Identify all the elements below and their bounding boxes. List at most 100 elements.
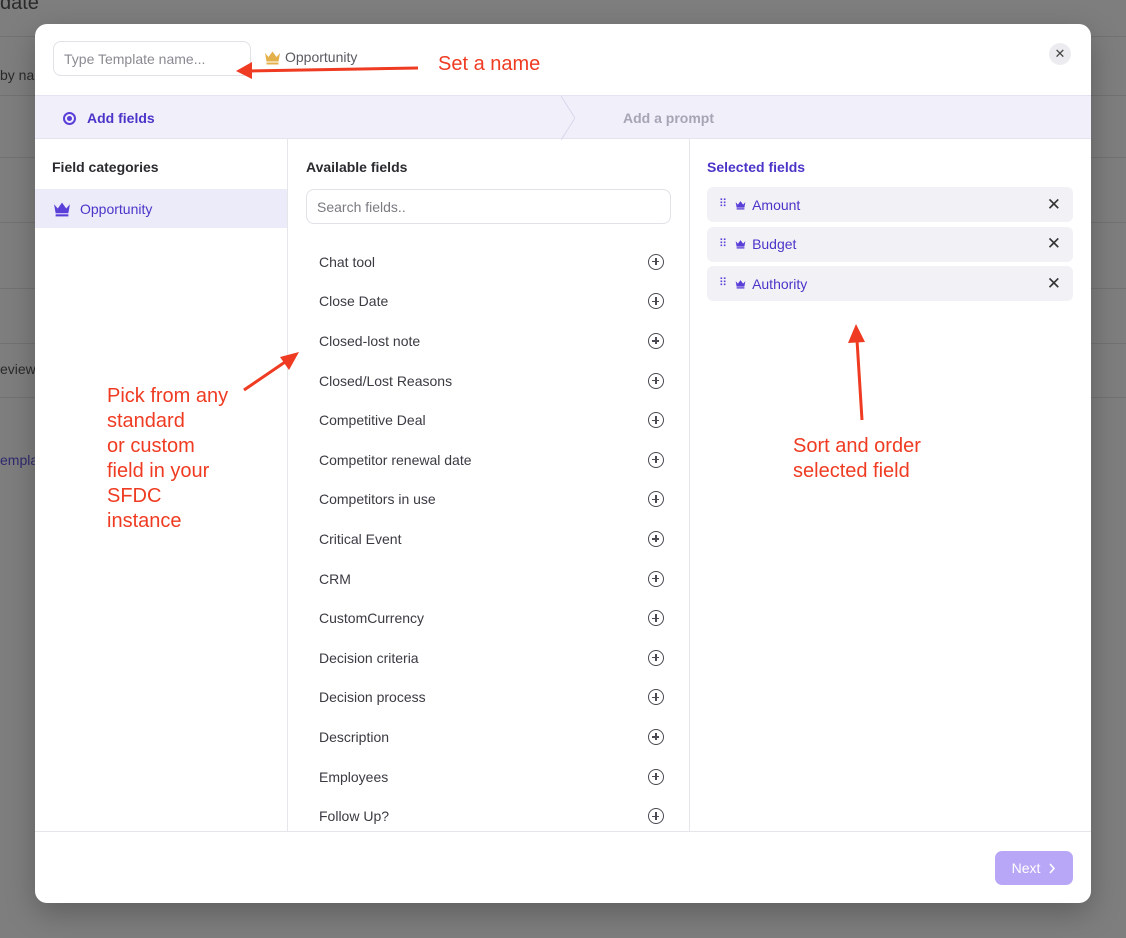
modal-footer: Next: [35, 831, 1091, 903]
available-field-row[interactable]: Follow Up?: [288, 796, 689, 831]
stepper: Add fields Add a prompt: [35, 95, 1091, 140]
drag-handle-icon[interactable]: ⠿: [719, 199, 727, 210]
search-fields-input[interactable]: [306, 189, 671, 224]
field-label: Description: [319, 728, 390, 745]
available-field-row[interactable]: Decision process: [288, 678, 689, 718]
annotation-line: Sort and order: [793, 435, 921, 457]
background-title: date: [0, 0, 39, 14]
add-circle-icon[interactable]: [648, 728, 664, 745]
drag-handle-icon[interactable]: ⠿: [719, 278, 727, 289]
annotation-line: selected field: [793, 460, 910, 482]
annotation-arrow: [236, 62, 419, 79]
available-field-row[interactable]: Closed-lost note: [288, 321, 689, 361]
annotation-sort-fields: Sort and order selected field: [793, 434, 921, 484]
template-name-input[interactable]: [53, 41, 251, 76]
available-field-row[interactable]: Competitor renewal date: [288, 440, 689, 480]
available-heading: Available fields: [306, 159, 408, 175]
available-field-row[interactable]: Chat tool: [288, 242, 689, 282]
selected-field-row[interactable]: ⠿ Budget ✕: [707, 226, 1073, 262]
add-circle-icon[interactable]: [648, 808, 664, 825]
available-field-row[interactable]: Close Date: [288, 282, 689, 322]
field-label: Chat tool: [319, 253, 376, 270]
background-text: by na: [0, 67, 35, 83]
remove-icon[interactable]: ✕: [1047, 274, 1061, 294]
selected-heading: Selected fields: [707, 159, 806, 175]
next-button[interactable]: Next: [995, 851, 1073, 885]
category-label: Opportunity: [80, 200, 153, 217]
selected-field-label: Amount: [752, 196, 801, 213]
selected-fields-panel: Selected fields ⠿ Amount ✕ ⠿ Budget ✕ ⠿ Authori…: [690, 139, 1091, 831]
field-label: Decision criteria: [319, 649, 419, 666]
field-label: Competitor renewal date: [319, 451, 472, 468]
selected-field-row[interactable]: ⠿ Amount ✕: [707, 187, 1073, 222]
categories-heading: Field categories: [52, 159, 159, 175]
drag-handle-icon[interactable]: ⠿: [719, 238, 727, 250]
available-field-row[interactable]: Description: [288, 717, 689, 757]
available-field-row[interactable]: Employees: [288, 757, 689, 797]
annotation-line: field in your: [107, 460, 210, 482]
close-icon: ✕: [1054, 46, 1066, 61]
selected-field-label: Authority: [752, 275, 808, 292]
annotation-arrow: [848, 324, 865, 421]
field-label: CustomCurrency: [319, 610, 425, 627]
available-field-row[interactable]: CRM: [288, 559, 689, 599]
add-circle-icon[interactable]: [648, 768, 664, 785]
available-field-row[interactable]: Critical Event: [288, 519, 689, 559]
step-add-prompt[interactable]: Add a prompt: [623, 96, 714, 140]
step-add-fields[interactable]: Add fields: [35, 96, 575, 140]
category-item-opportunity[interactable]: Opportunity: [35, 189, 287, 228]
crown-icon: [735, 279, 746, 289]
remove-icon[interactable]: ✕: [1047, 234, 1061, 254]
add-circle-icon[interactable]: [648, 332, 664, 349]
selected-field-row[interactable]: ⠿ Authority ✕: [707, 266, 1073, 301]
field-label: CRM: [319, 570, 351, 587]
background-link: empla: [0, 452, 39, 468]
available-field-list: Chat tool Close Date Closed-lost note Close…: [288, 242, 689, 831]
available-field-row[interactable]: Closed/Lost Reasons: [288, 361, 689, 401]
remove-icon[interactable]: ✕: [1047, 195, 1061, 215]
add-circle-icon[interactable]: [648, 570, 664, 587]
field-label: Closed/Lost Reasons: [319, 372, 453, 389]
next-label: Next: [1011, 860, 1041, 876]
chevron-right-icon: [1049, 862, 1056, 874]
step-active-icon: [63, 111, 76, 125]
annotation-line: SFDC: [107, 485, 162, 507]
close-button[interactable]: ✕: [1049, 43, 1071, 65]
crown-icon: [735, 240, 746, 249]
add-circle-icon[interactable]: [648, 610, 664, 627]
add-circle-icon[interactable]: [648, 253, 664, 270]
add-circle-icon[interactable]: [648, 649, 664, 666]
annotation-line: Pick from any: [107, 385, 229, 407]
add-circle-icon[interactable]: [648, 372, 664, 389]
add-circle-icon[interactable]: [648, 412, 664, 429]
step-label: Add fields: [87, 110, 155, 126]
field-label: Close Date: [319, 293, 389, 310]
add-circle-icon[interactable]: [648, 293, 664, 310]
available-field-row[interactable]: Competitors in use: [288, 480, 689, 520]
crown-icon: [735, 200, 746, 210]
background-text: eview: [0, 361, 36, 377]
available-field-row[interactable]: Decision criteria: [288, 638, 689, 678]
field-label: Competitive Deal: [319, 412, 426, 429]
annotation-arrow: [243, 352, 299, 392]
add-circle-icon[interactable]: [648, 530, 664, 547]
step-separator-icon: [561, 96, 575, 140]
annotation-line: instance: [107, 510, 182, 532]
annotation-line: or custom: [107, 435, 195, 457]
annotation-line: standard: [107, 410, 185, 432]
modal-header: Opportunity ✕: [35, 24, 1091, 95]
field-label: Follow Up?: [319, 808, 390, 825]
available-fields-panel: Available fields Chat tool Close Date Clos…: [288, 139, 690, 831]
available-field-row[interactable]: Competitive Deal: [288, 400, 689, 440]
field-label: Closed-lost note: [319, 332, 421, 349]
annotation-pick-fields: Pick from any standard or custom field i…: [107, 384, 228, 534]
add-circle-icon[interactable]: [648, 451, 664, 468]
field-label: Critical Event: [319, 530, 402, 547]
add-circle-icon[interactable]: [648, 491, 664, 508]
crown-icon: [54, 202, 70, 216]
selected-field-list: ⠿ Amount ✕ ⠿ Budget ✕ ⠿ Authority ✕: [707, 187, 1073, 306]
available-field-row[interactable]: CustomCurrency: [288, 598, 689, 638]
field-label: Competitors in use: [319, 491, 436, 508]
add-circle-icon[interactable]: [648, 689, 664, 706]
annotation-set-name: Set a name: [438, 53, 541, 75]
